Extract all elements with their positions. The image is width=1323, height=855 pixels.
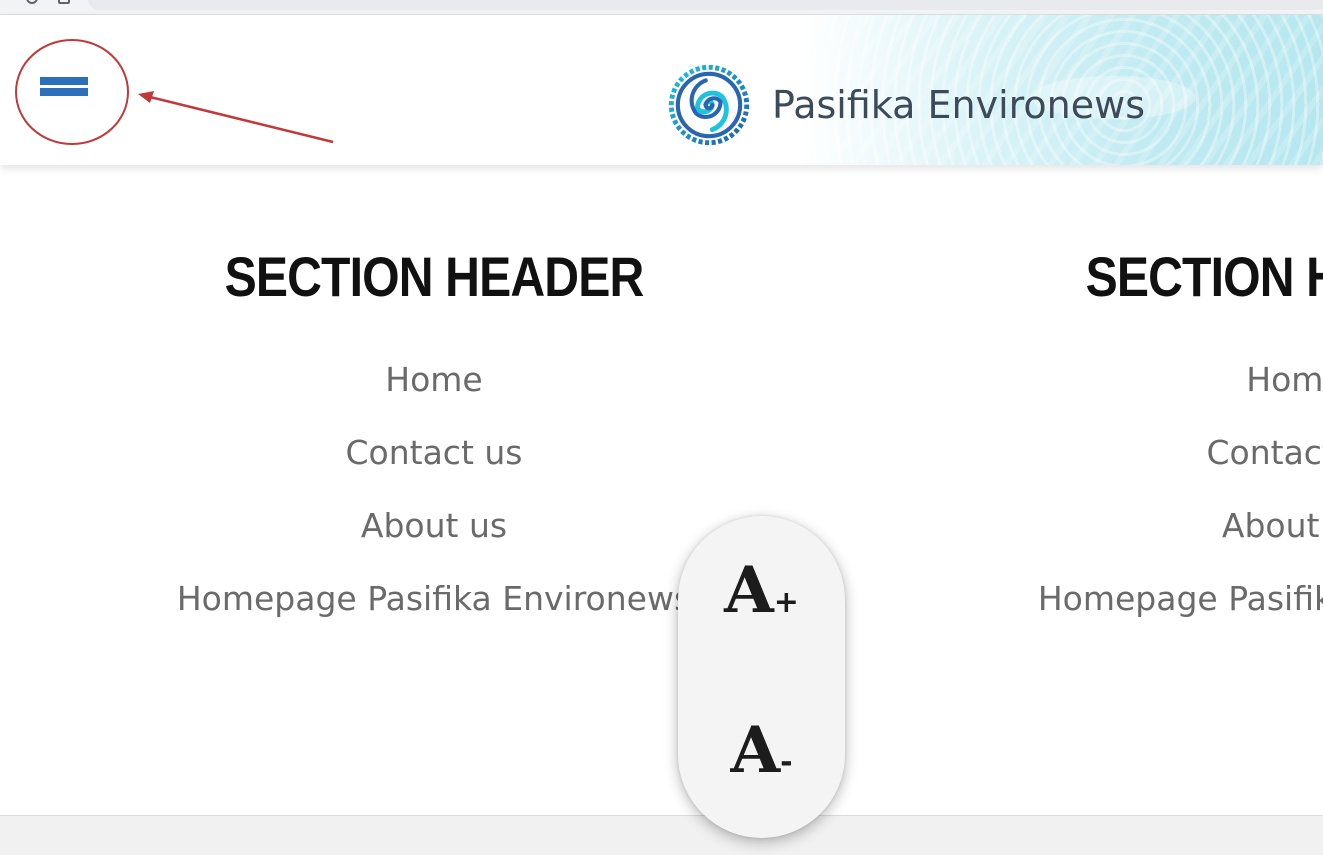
menu-bar-bottom [40, 88, 88, 96]
link-contact-us[interactable]: Contact us [1207, 433, 1323, 472]
spiral-gear-logo-icon [668, 64, 750, 146]
increase-font-letter: A [724, 553, 774, 628]
hamburger-menu-icon[interactable] [38, 75, 90, 101]
section-header: SECTION HEADER [224, 245, 645, 308]
font-size-widget: A+ A- [678, 516, 845, 838]
link-about-us[interactable]: About us [1222, 506, 1323, 545]
footer-links: Home Contact us About us Homepage Pasifi… [995, 360, 1323, 652]
browser-address-bar [0, 0, 1323, 15]
footer-bottom-band [0, 815, 1323, 855]
increase-font-button[interactable]: A+ [678, 556, 845, 626]
link-home[interactable]: Home [1246, 360, 1323, 399]
page: Pasifika Environews SECTION HEADER Home … [0, 0, 1323, 855]
brand-name: Pasifika Environews [772, 83, 1146, 127]
minus-icon: - [780, 745, 793, 780]
footer-links: Home Contact us About us Homepage Pasifi… [134, 360, 734, 652]
list-item: Homepage Pasifika Environews [134, 579, 734, 652]
link-contact-us[interactable]: Contact us [346, 433, 523, 472]
plus-icon: + [773, 585, 799, 620]
list-item: Home [134, 360, 734, 433]
list-item: Contact us [995, 433, 1323, 506]
link-home[interactable]: Home [385, 360, 482, 399]
footer-column-2: SECTION HEADER Home Contact us About us … [995, 232, 1323, 652]
site-header: Pasifika Environews [0, 15, 1323, 165]
menu-bar-top [40, 77, 88, 85]
link-homepage[interactable]: Homepage Pasifika Environews [1038, 579, 1323, 618]
url-field[interactable] [88, 0, 1323, 10]
section-header: SECTION HEADER [1085, 245, 1323, 308]
footer-column-1: SECTION HEADER Home Contact us About us … [134, 232, 734, 652]
list-item: About us [995, 506, 1323, 579]
decrease-font-letter: A [730, 713, 781, 788]
list-item: Contact us [134, 433, 734, 506]
site-brand-link[interactable]: Pasifika Environews [668, 64, 1146, 146]
link-homepage[interactable]: Homepage Pasifika Environews [177, 579, 691, 618]
decrease-font-button[interactable]: A- [678, 716, 845, 786]
list-item: Home [995, 360, 1323, 433]
page-info-icon[interactable] [58, 0, 70, 4]
list-item: Homepage Pasifika Environews [995, 579, 1323, 652]
link-about-us[interactable]: About us [361, 506, 507, 545]
reload-icon[interactable] [26, 0, 38, 4]
list-item: About us [134, 506, 734, 579]
